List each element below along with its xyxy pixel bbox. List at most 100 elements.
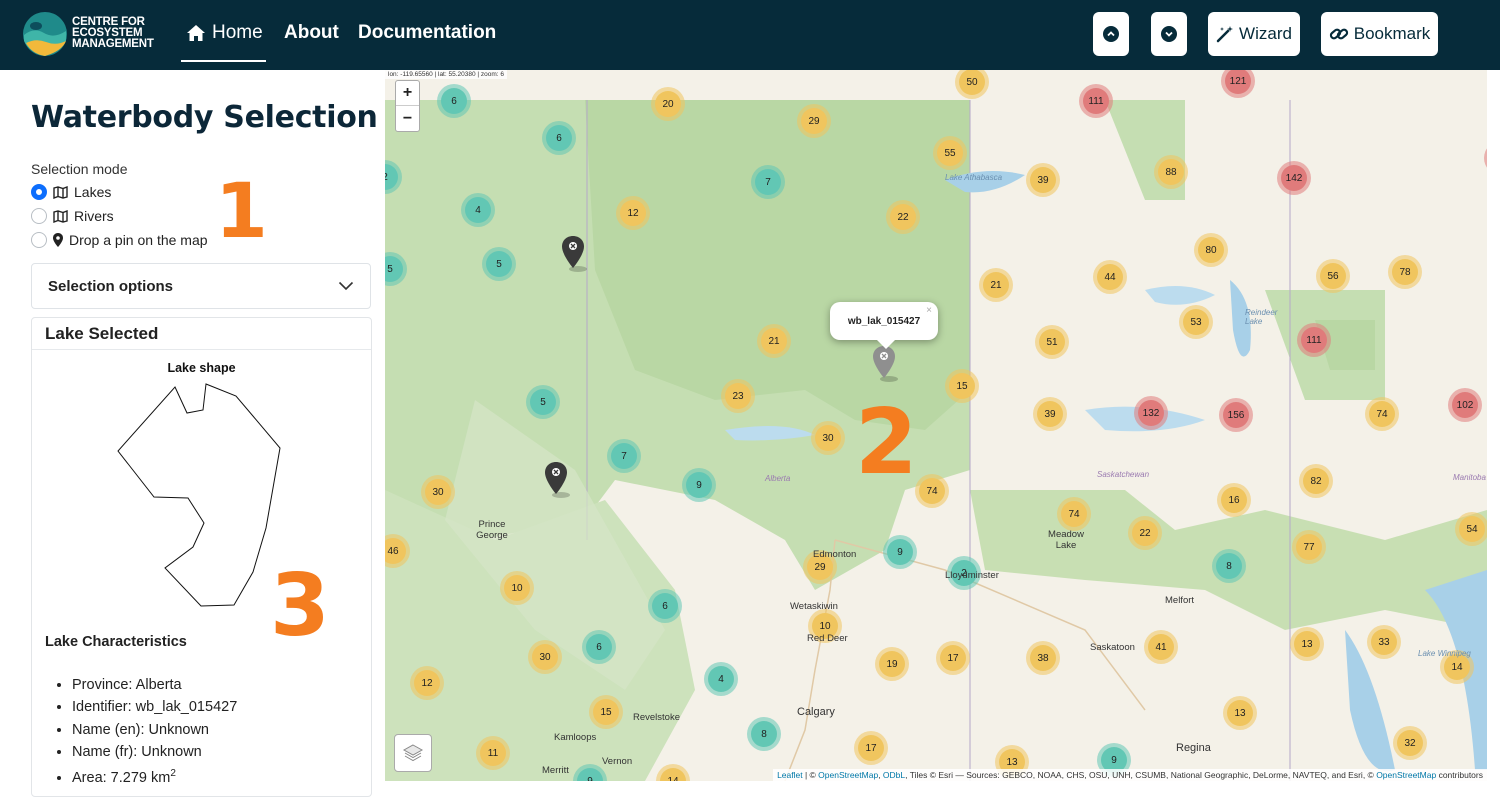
map-cluster-marker[interactable]: 4 <box>704 662 738 696</box>
map-cluster-marker[interactable]: 5 <box>482 247 516 281</box>
selected-lake-marker[interactable] <box>872 345 900 383</box>
map-cluster-marker[interactable]: 10 <box>500 571 534 605</box>
pin-radio[interactable] <box>31 232 47 248</box>
map-cluster-marker[interactable]: 54 <box>1455 512 1487 546</box>
map-marker-pin[interactable] <box>561 235 589 273</box>
nav-home-link[interactable]: Home <box>186 22 263 44</box>
cluster-count: 6 <box>546 125 572 151</box>
area-unit-superscript: 2 <box>170 768 176 780</box>
map-cluster-marker[interactable]: 11 <box>476 736 510 770</box>
map-cluster-marker[interactable]: 30 <box>421 475 455 509</box>
magic-wand-icon <box>1216 26 1234 43</box>
map-cluster-marker[interactable]: 6 <box>437 84 471 118</box>
map-cluster-marker[interactable]: 12 <box>410 666 444 700</box>
map-cluster-marker[interactable]: 7 <box>751 165 785 199</box>
map-cluster-marker[interactable]: 53 <box>1179 305 1213 339</box>
lake-shape-title: Lake shape <box>167 361 236 375</box>
map-cluster-marker[interactable]: 9 <box>883 535 917 569</box>
cluster-count: 16 <box>1221 487 1247 513</box>
map-cluster-marker[interactable]: 33 <box>1367 625 1401 659</box>
map-cluster-marker[interactable]: 74 <box>915 474 949 508</box>
map-cluster-marker[interactable]: 8 <box>747 717 781 751</box>
map-cluster-marker[interactable]: 142 <box>1277 161 1311 195</box>
map-cluster-marker[interactable]: 88 <box>1154 155 1188 189</box>
zoom-out-button[interactable]: − <box>396 106 419 131</box>
map-cluster-marker[interactable]: 13 <box>1290 627 1324 661</box>
selection-options-accordion[interactable]: Selection options <box>31 263 371 309</box>
map-cluster-marker[interactable]: 20 <box>651 87 685 121</box>
attribution-odbl-link[interactable]: ODbL <box>883 770 905 780</box>
attribution-osm-link-2[interactable]: OpenStreetMap <box>1376 770 1436 780</box>
map-cluster-marker[interactable]: 4 <box>461 193 495 227</box>
map-cluster-marker[interactable]: 13 <box>1223 696 1257 730</box>
map-cluster-marker[interactable]: 16 <box>1217 483 1251 517</box>
map-cluster-marker[interactable]: 32 <box>1393 726 1427 760</box>
map-cluster-marker[interactable]: 17 <box>854 731 888 765</box>
map-cluster-marker[interactable]: 51 <box>1035 325 1069 359</box>
map-cluster-marker[interactable]: 22 <box>886 200 920 234</box>
cluster-count: 50 <box>959 70 985 95</box>
scroll-down-button[interactable] <box>1151 12 1187 56</box>
cluster-count: 74 <box>919 478 945 504</box>
logo-icon <box>23 12 67 56</box>
map-cluster-marker[interactable]: 80 <box>1194 233 1228 267</box>
map-cluster-marker[interactable]: 39 <box>1026 163 1060 197</box>
map-cluster-marker[interactable]: 38 <box>1026 641 1060 675</box>
map-cluster-marker[interactable]: 8 <box>1212 549 1246 583</box>
map-cluster-marker[interactable]: 41 <box>1144 630 1178 664</box>
map-cluster-marker[interactable]: 23 <box>721 379 755 413</box>
map-cluster-marker[interactable]: 111 <box>1297 323 1331 357</box>
map-cluster-marker[interactable]: 21 <box>757 324 791 358</box>
map-cluster-marker[interactable]: 30 <box>811 421 845 455</box>
nav-about-link[interactable]: About <box>284 22 339 44</box>
popup-close-button[interactable]: × <box>926 305 932 316</box>
map-cluster-marker[interactable]: 29 <box>797 104 831 138</box>
map-cluster-marker[interactable]: 21 <box>979 268 1013 302</box>
mode-option-rivers[interactable]: Rivers <box>31 208 114 224</box>
map-cluster-marker[interactable]: 5 <box>526 385 560 419</box>
rivers-radio[interactable] <box>31 208 47 224</box>
map-cluster-marker[interactable]: 82 <box>1299 464 1333 498</box>
map-cluster-marker[interactable]: 9 <box>682 468 716 502</box>
map-cluster-marker[interactable]: 6 <box>648 589 682 623</box>
map-cluster-marker[interactable]: 55 <box>933 136 967 170</box>
place-label-wetaskiwin: Wetaskiwin <box>790 601 838 612</box>
characteristic-province: Province: Alberta <box>72 674 237 696</box>
map-cluster-marker[interactable]: 78 <box>1388 255 1422 289</box>
map-cluster-marker[interactable]: 17 <box>936 641 970 675</box>
lakes-radio[interactable] <box>31 184 47 200</box>
map-cluster-marker[interactable]: 6 <box>582 630 616 664</box>
map-cluster-marker[interactable]: 102 <box>1448 388 1482 422</box>
map-cluster-marker[interactable]: 156 <box>1219 398 1253 432</box>
map-cluster-marker[interactable]: 15 <box>589 695 623 729</box>
map-cluster-marker[interactable]: 132 <box>1134 396 1168 430</box>
map-cluster-marker[interactable]: 44 <box>1093 260 1127 294</box>
map-cluster-marker[interactable]: 15 <box>945 369 979 403</box>
characteristic-area: Area: 7.279 km2 <box>72 763 237 789</box>
bookmark-button[interactable]: Bookmark <box>1321 12 1438 56</box>
map-marker-pin[interactable] <box>544 461 572 499</box>
map-cluster-marker[interactable]: 6 <box>542 121 576 155</box>
map-cluster-marker[interactable]: 39 <box>1033 397 1067 431</box>
map-cluster-marker[interactable]: 74 <box>1365 397 1399 431</box>
map-cluster-marker[interactable]: 7 <box>607 439 641 473</box>
map-cluster-marker[interactable]: 22 <box>1128 516 1162 550</box>
layers-control-button[interactable] <box>394 734 432 772</box>
map-cluster-marker[interactable]: 74 <box>1057 497 1091 531</box>
attribution-osm-link[interactable]: OpenStreetMap <box>818 770 878 780</box>
map-cluster-marker[interactable]: 30 <box>528 640 562 674</box>
map-cluster-marker[interactable]: 77 <box>1292 530 1326 564</box>
cluster-count: 7 <box>755 169 781 195</box>
attribution-leaflet-link[interactable]: Leaflet <box>777 770 803 780</box>
mode-option-lakes[interactable]: Lakes <box>31 184 111 200</box>
map-cluster-marker[interactable]: 19 <box>875 647 909 681</box>
wizard-button[interactable]: Wizard <box>1208 12 1300 56</box>
zoom-in-button[interactable]: + <box>396 81 419 106</box>
scroll-up-button[interactable] <box>1093 12 1129 56</box>
map-cluster-marker[interactable]: 56 <box>1316 259 1350 293</box>
map-cluster-marker[interactable]: 111 <box>1079 84 1113 118</box>
nav-documentation-link[interactable]: Documentation <box>358 22 496 44</box>
mode-option-pin[interactable]: Drop a pin on the map <box>31 232 208 248</box>
map-cluster-marker[interactable]: 12 <box>616 196 650 230</box>
map-view[interactable]: lon: -119.65560 | lat: 55.20380 | zoom: … <box>385 70 1487 781</box>
